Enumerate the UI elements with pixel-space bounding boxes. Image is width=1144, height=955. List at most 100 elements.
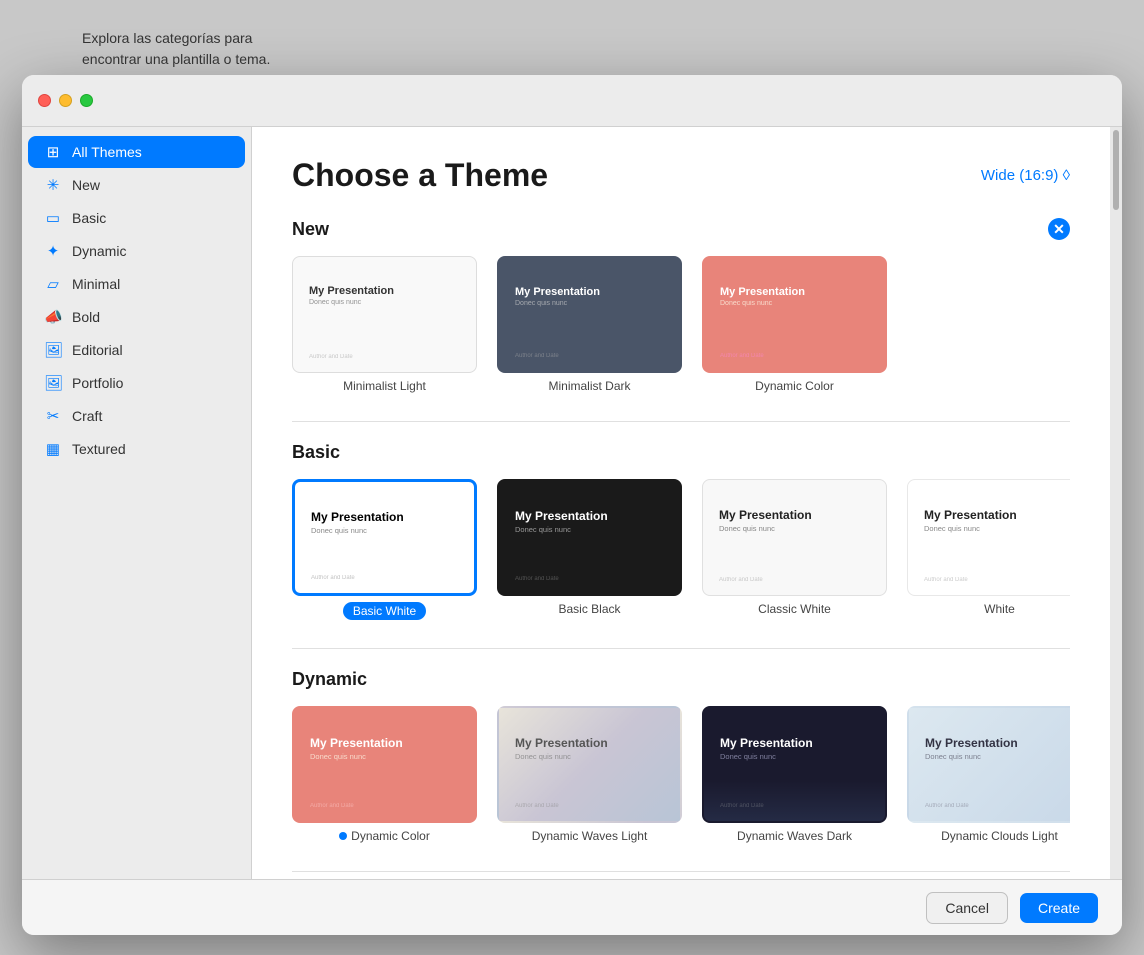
thumb-title: My Presentation <box>310 736 459 750</box>
section-title-basic: Basic <box>292 442 340 463</box>
maximize-button[interactable] <box>80 94 93 107</box>
theme-thumbnail: My Presentation Donec quis nunc Author a… <box>292 706 477 823</box>
theme-label: Minimalist Dark <box>548 379 630 393</box>
footer-bar: Cancel Create <box>22 879 1122 935</box>
theme-card-classic-white[interactable]: My Presentation Donec quis nunc Author a… <box>702 479 887 620</box>
thumb-subtitle: Donec quis nunc <box>515 752 664 761</box>
theme-thumbnail: My Presentation Donec quis nunc Author a… <box>907 479 1070 596</box>
thumb-title: My Presentation <box>719 508 870 522</box>
thumb-title: My Presentation <box>515 736 664 750</box>
theme-thumbnail: My Presentation Donec quis nunc Author a… <box>292 256 477 373</box>
thumb-author: Author and Date <box>515 803 559 809</box>
thumb-subtitle: Donec quis nunc <box>720 300 869 307</box>
sidebar-item-textured[interactable]: ▦ Textured <box>28 433 245 465</box>
thumb-subtitle: Donec quis nunc <box>515 525 664 534</box>
theme-card-dynamic-color[interactable]: My Presentation Donec quis nunc Author a… <box>702 256 887 393</box>
sidebar-item-label: Craft <box>72 408 102 424</box>
close-button[interactable] <box>38 94 51 107</box>
thumb-subtitle: Donec quis nunc <box>309 299 460 306</box>
aspect-selector[interactable]: Wide (16:9) ◊ <box>981 167 1070 184</box>
themes-grid-basic: My Presentation Donec quis nunc Author a… <box>292 479 1070 620</box>
theme-label: Dynamic Waves Dark <box>737 829 852 843</box>
thumb-author: Author and Date <box>309 354 353 360</box>
sidebar-item-label: Basic <box>72 210 106 226</box>
sidebar-item-label: Bold <box>72 309 100 325</box>
sidebar-item-craft[interactable]: ✂ Craft <box>28 400 245 432</box>
section-divider-3 <box>292 871 1070 872</box>
section-dynamic: Dynamic My Presentation Donec quis nunc … <box>292 669 1070 843</box>
sidebar-item-label: Editorial <box>72 342 123 358</box>
create-button[interactable]: Create <box>1020 893 1098 923</box>
thumb-author: Author and Date <box>515 576 559 582</box>
section-divider <box>292 421 1070 422</box>
thumb-subtitle: Donec quis nunc <box>719 524 870 533</box>
sidebar-item-dynamic[interactable]: ✦ Dynamic <box>28 235 245 267</box>
scrollbar[interactable] <box>1110 127 1122 879</box>
minimal-icon: ▱ <box>44 275 62 293</box>
sidebar-item-label: Minimal <box>72 276 120 292</box>
craft-icon: ✂ <box>44 407 62 425</box>
section-header-basic: Basic <box>292 442 1070 463</box>
thumb-subtitle: Donec quis nunc <box>515 300 664 307</box>
section-header-dynamic: Dynamic <box>292 669 1070 690</box>
thumb-author: Author and Date <box>719 577 763 583</box>
theme-label: Dynamic Color <box>755 379 834 393</box>
theme-label: Dynamic Clouds Light <box>941 829 1058 843</box>
sidebar-item-basic[interactable]: ▭ Basic <box>28 202 245 234</box>
thumb-subtitle: Donec quis nunc <box>924 524 1070 533</box>
thumb-title: My Presentation <box>720 286 869 298</box>
theme-label: Basic White <box>343 602 426 620</box>
sidebar-item-portfolio[interactable]: 🖼 Portfolio <box>28 367 245 399</box>
sidebar-item-all-themes[interactable]: ⊞ All Themes <box>28 136 245 168</box>
section-title-new: New <box>292 219 329 240</box>
themes-grid-new: My Presentation Donec quis nunc Author a… <box>292 256 1070 393</box>
thumb-title: My Presentation <box>515 286 664 298</box>
page-title: Choose a Theme <box>292 157 548 194</box>
thumb-author: Author and Date <box>720 353 764 359</box>
thumb-subtitle: Donec quis nunc <box>720 752 869 761</box>
theme-thumbnail: My Presentation Donec quis nunc Author a… <box>702 479 887 596</box>
theme-card-white[interactable]: My Presentation Donec quis nunc Author a… <box>907 479 1070 620</box>
close-section-button[interactable]: ✕ <box>1048 218 1070 240</box>
thumb-title: My Presentation <box>924 508 1070 522</box>
theme-card-dynamic-waves-dark[interactable]: My Presentation Donec quis nunc Author a… <box>702 706 887 843</box>
sidebar: ⊞ All Themes ✳ New ▭ Basic ✦ Dynamic ▱ <box>22 127 252 879</box>
thumb-author: Author and Date <box>310 803 354 809</box>
theme-card-dynamic-clouds-light[interactable]: My Presentation Donec quis nunc Author a… <box>907 706 1070 843</box>
portfolio-icon: 🖼 <box>44 374 62 392</box>
sidebar-item-minimal[interactable]: ▱ Minimal <box>28 268 245 300</box>
thumb-title: My Presentation <box>309 285 460 297</box>
theme-thumbnail: My Presentation Donec quis nunc Author a… <box>292 479 477 596</box>
theme-thumbnail: My Presentation Donec quis nunc Author a… <box>702 706 887 823</box>
theme-thumbnail: My Presentation Donec quis nunc Author a… <box>497 706 682 823</box>
sidebar-item-bold[interactable]: 📣 Bold <box>28 301 245 333</box>
cancel-button[interactable]: Cancel <box>926 892 1008 924</box>
sidebar-item-new[interactable]: ✳ New <box>28 169 245 201</box>
theme-label: Dynamic Waves Light <box>532 829 648 843</box>
section-divider-2 <box>292 648 1070 649</box>
theme-label: Minimalist Light <box>343 379 426 393</box>
sidebar-item-label: All Themes <box>72 144 142 160</box>
sidebar-item-editorial[interactable]: 🖼 Editorial <box>28 334 245 366</box>
theme-card-minimalist-light[interactable]: My Presentation Donec quis nunc Author a… <box>292 256 477 393</box>
textured-icon: ▦ <box>44 440 62 458</box>
section-title-dynamic: Dynamic <box>292 669 367 690</box>
tooltip: Explora las categorías para encontrar un… <box>82 28 270 70</box>
theme-label: White <box>984 602 1015 616</box>
content-area: Choose a Theme Wide (16:9) ◊ New ✕ <box>252 127 1110 879</box>
theme-card-dynamic-color2[interactable]: My Presentation Donec quis nunc Author a… <box>292 706 477 843</box>
theme-card-dynamic-waves-light[interactable]: My Presentation Donec quis nunc Author a… <box>497 706 682 843</box>
thumb-author: Author and Date <box>925 803 969 809</box>
sidebar-item-label: New <box>72 177 100 193</box>
theme-card-minimalist-dark[interactable]: My Presentation Donec quis nunc Author a… <box>497 256 682 393</box>
dynamic-icon: ✦ <box>44 242 62 260</box>
content-header: Choose a Theme Wide (16:9) ◊ <box>292 157 1070 194</box>
minimize-button[interactable] <box>59 94 72 107</box>
theme-card-basic-white[interactable]: My Presentation Donec quis nunc Author a… <box>292 479 477 620</box>
theme-label: Classic White <box>758 602 831 616</box>
section-header-new: New ✕ <box>292 218 1070 240</box>
scrollbar-thumb[interactable] <box>1113 130 1119 210</box>
theme-card-basic-black[interactable]: My Presentation Donec quis nunc Author a… <box>497 479 682 620</box>
thumb-title: My Presentation <box>311 510 458 524</box>
thumb-title: My Presentation <box>720 736 869 750</box>
